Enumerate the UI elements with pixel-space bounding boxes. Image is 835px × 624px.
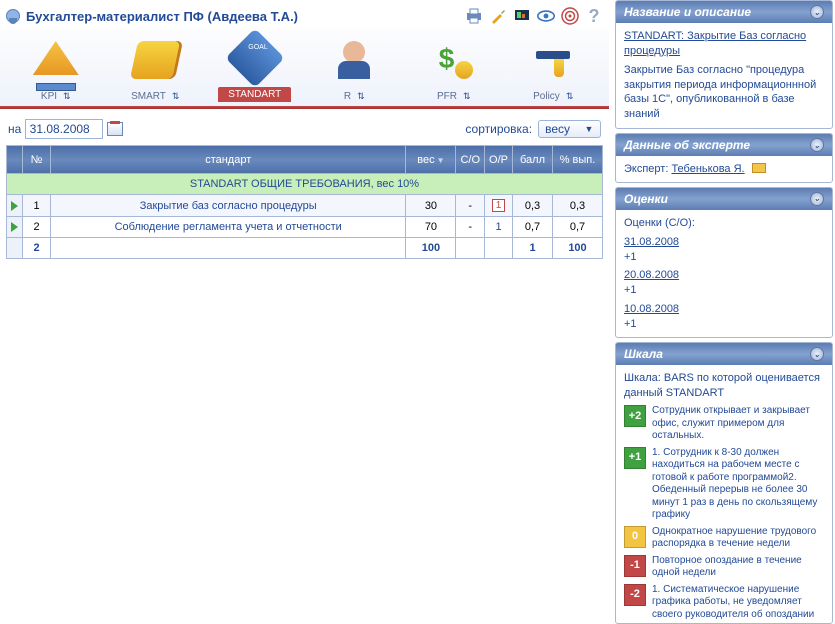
cell-pct: 0,3 [553,195,603,217]
cell-name[interactable]: Соблюдение регламента учета и отчетности [51,217,406,238]
panel-scale: Шкала⌄ Шкала: BARS по которой оцениваетс… [615,342,833,624]
cell-weight: 70 [406,217,456,238]
mail-icon[interactable] [752,163,766,173]
cell-num: 1 [23,195,51,217]
totals-row: 2 100 1 100 [7,238,603,259]
collapse-icon[interactable]: ⌄ [810,138,824,152]
col-weight[interactable]: вес▼ [406,146,456,174]
scale-badge: 0 [624,526,646,548]
collapse-icon[interactable]: ⌄ [810,5,824,19]
col-pct[interactable]: % вып. [553,146,603,174]
col-co[interactable]: C/O [456,146,485,174]
monitor-icon[interactable] [513,7,531,25]
date-input[interactable] [25,119,103,139]
rating-date[interactable]: 10.08.2008 [624,303,679,315]
cell-op[interactable]: 1 [485,217,513,238]
cell-name[interactable]: Закрытие баз согласно процедуры [51,195,406,217]
standards-table: № стандарт вес▼ C/O O/P балл % вып. STAN… [6,145,603,259]
cell-co: - [456,217,485,238]
standard-link[interactable]: STANDART: Закрытие Баз согласно процедур… [624,30,806,57]
tab-pfr[interactable]: PFR⇅ [404,41,504,106]
tab-kpi[interactable]: KPI⇅ [6,41,106,106]
scale-badge: +1 [624,447,646,469]
module-tabs: KPI⇅ SMART⇅ STANDART R⇅ PFR⇅ Policy⇅ [0,28,609,106]
tab-standart[interactable]: STANDART [205,37,305,106]
panel-description: Название и описание⌄ STANDART: Закрытие … [615,0,833,129]
scale-badge: -2 [624,584,646,606]
collapse-icon[interactable]: ⌄ [810,347,824,361]
rating-date[interactable]: 31.08.2008 [624,236,679,248]
rating-val: +1 [624,318,637,330]
person-icon [6,9,20,23]
panel-expert: Данные об эксперте⌄ Эксперт: Тебенькова … [615,133,833,182]
page-title: Бухгалтер-материалист ПФ (Авдеева Т.А.) [26,9,298,24]
scale-badge: +2 [624,405,646,427]
col-op[interactable]: O/P [485,146,513,174]
rating-date[interactable]: 20.08.2008 [624,269,679,281]
expand-icon[interactable] [11,222,18,232]
standard-desc: Закрытие Баз согласно "процедура закрыти… [624,63,824,122]
rating-val: +1 [624,284,637,296]
cell-score: 0,7 [513,217,553,238]
help-icon[interactable]: ? [585,7,603,25]
cell-weight: 30 [406,195,456,217]
cell-co: - [456,195,485,217]
rating-val: +1 [624,251,637,263]
tab-r[interactable]: R⇅ [305,41,405,106]
expert-label: Эксперт: [624,163,668,175]
eye-icon[interactable] [537,7,555,25]
expert-name[interactable]: Тебенькова Я. [671,163,744,175]
calendar-icon[interactable] [107,122,123,136]
sort-label: сортировка: [465,122,532,136]
sort-select[interactable]: весу▼ [538,120,601,138]
table-row: 2 Соблюдение регламента учета и отчетнос… [7,217,603,238]
scale-item: -1 Повторное опоздание в течение одной н… [624,555,824,580]
scale-item: -2 1. Систематическое нарушение графика … [624,584,824,622]
target-icon[interactable] [561,7,579,25]
cell-num: 2 [23,217,51,238]
scale-subtitle: Шкала: BARS по которой оценивается данны… [624,371,824,401]
scale-item: 0 Однократное нарушение трудового распор… [624,526,824,551]
date-label: на [8,122,21,136]
scale-badge: -1 [624,555,646,577]
scale-item: +1 1. Сотрудник к 8-30 должен находиться… [624,447,824,522]
section-row: STANDART ОБЩИЕ ТРЕБОВАНИЯ, вес 10% [7,174,603,195]
tab-policy[interactable]: Policy⇅ [504,41,604,106]
cell-op[interactable]: 1 [485,195,513,217]
ratings-subtitle: Оценки (С/О): [624,216,824,231]
col-num[interactable]: № [23,146,51,174]
cell-pct: 0,7 [553,217,603,238]
print-icon[interactable] [465,7,483,25]
col-standard[interactable]: стандарт [51,146,406,174]
cell-score: 0,3 [513,195,553,217]
scale-item: +2 Сотрудник открывает и закрывает офис,… [624,405,824,443]
table-row: 1 Закрытие баз согласно процедуры 30 - 1… [7,195,603,217]
expand-icon[interactable] [11,201,18,211]
collapse-icon[interactable]: ⌄ [810,192,824,206]
panel-ratings: Оценки⌄ Оценки (С/О): 31.08.2008+1 20.08… [615,187,833,339]
brush-icon[interactable] [489,7,507,25]
tab-smart[interactable]: SMART⇅ [106,41,206,106]
col-score[interactable]: балл [513,146,553,174]
